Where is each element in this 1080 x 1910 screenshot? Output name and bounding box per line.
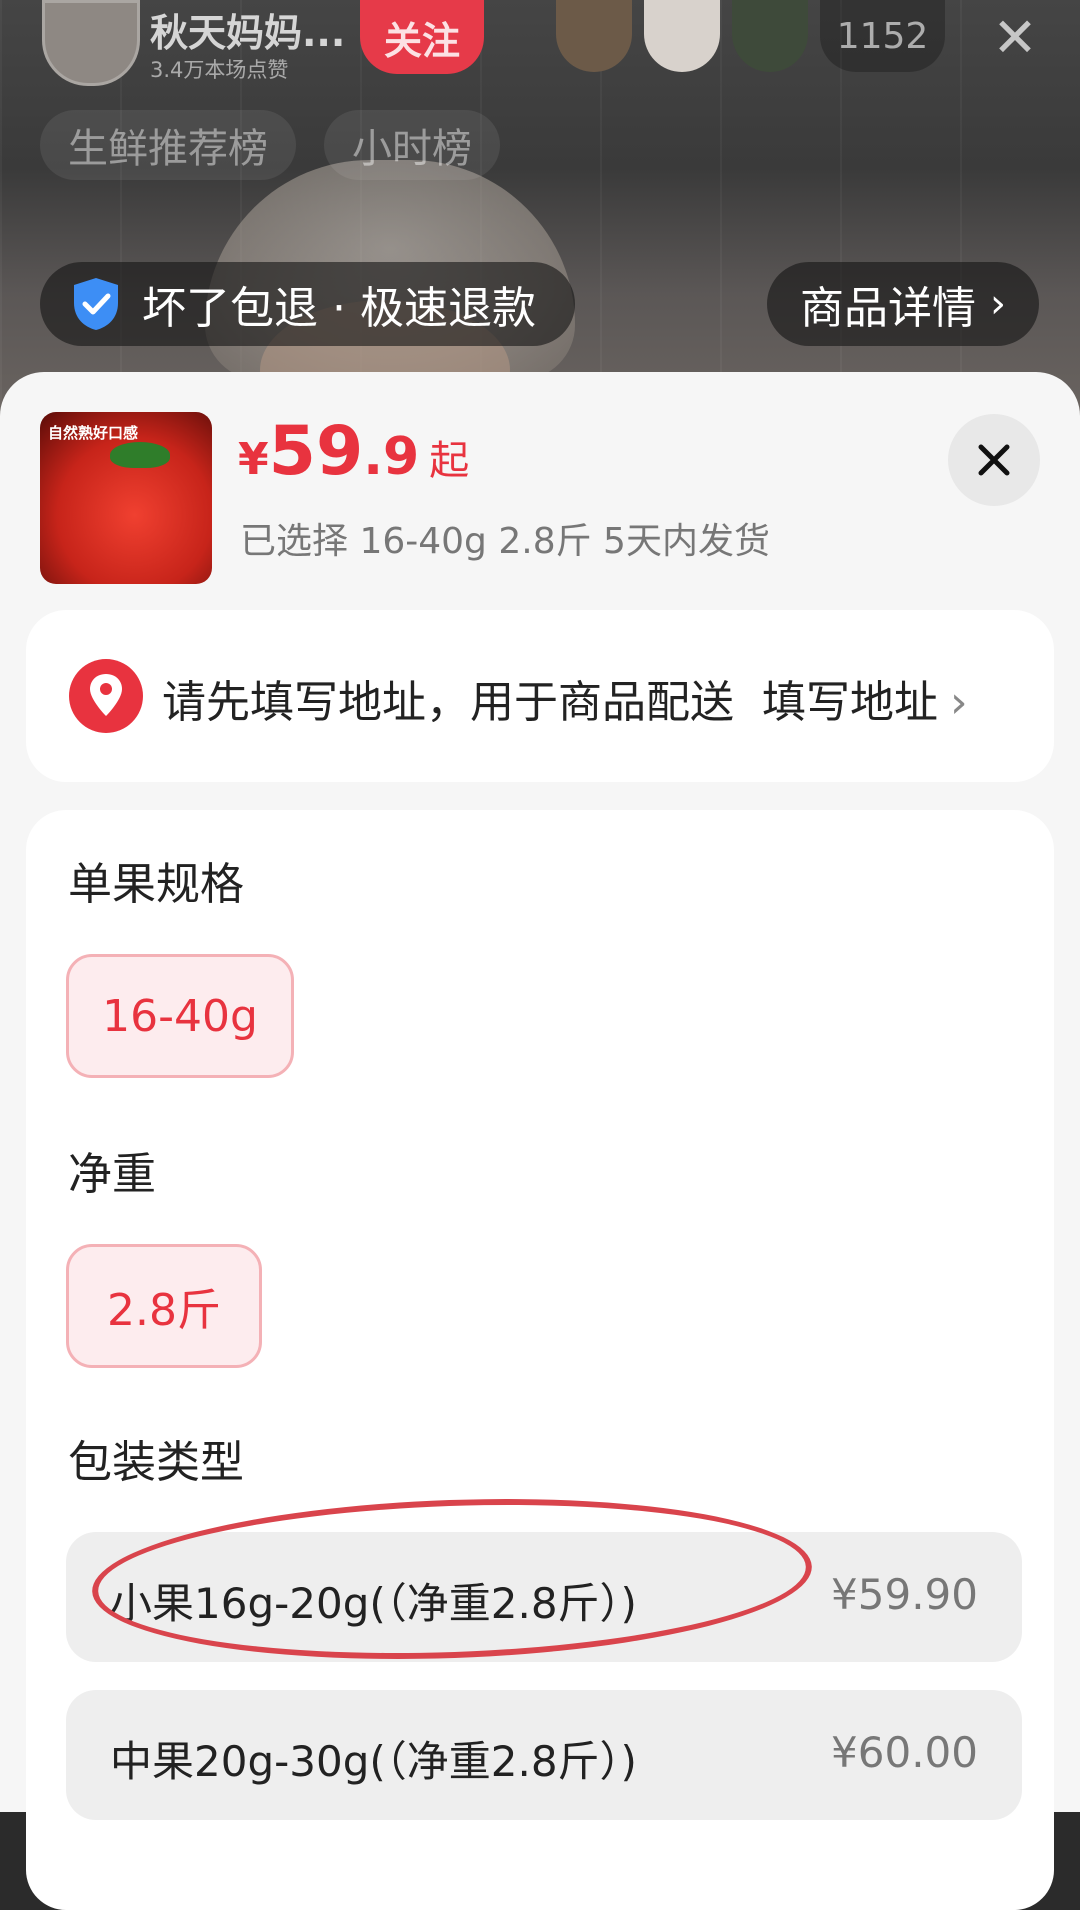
price-integer: 59 <box>268 412 364 491</box>
rank-tab-fresh[interactable]: 生鲜推荐榜 <box>40 110 296 180</box>
viewer-count[interactable]: 1152 <box>820 0 945 72</box>
thumbnail-caption: 自然熟好口感 <box>48 424 139 442</box>
shield-check-icon <box>74 278 118 330</box>
viewer-avatar[interactable] <box>556 0 632 72</box>
viewer-avatar[interactable] <box>644 0 720 72</box>
chevron-right-icon: › <box>990 281 1006 327</box>
spec-option-selected[interactable]: 16-40g <box>66 954 294 1078</box>
product-thumbnail[interactable]: 自然熟好口感 <box>40 412 212 584</box>
price-currency: ¥ <box>238 434 269 485</box>
price-suffix: 起 <box>429 438 470 484</box>
host-likes: 3.4万本场点赞 <box>150 58 289 82</box>
chevron-right-icon: › <box>950 677 968 728</box>
rank-tab-hourly[interactable]: 小时榜 <box>324 110 500 180</box>
strawberry-leaf <box>110 442 170 468</box>
product-detail-button[interactable]: 商品详情 › <box>767 262 1039 346</box>
guarantee-badge[interactable]: 坏了包退 · 极速退款 <box>40 262 575 346</box>
price-decimal: .9 <box>363 427 420 487</box>
package-price: ¥59.90 <box>831 1570 978 1619</box>
selected-summary: 已选择 16-40g 2.8斤 5天内发货 <box>240 521 770 562</box>
close-button[interactable] <box>948 414 1040 506</box>
follow-button[interactable]: 关注 <box>360 0 484 74</box>
address-prompt: 请先填写地址，用于商品配送 <box>162 677 734 728</box>
package-price: ¥60.00 <box>831 1728 978 1777</box>
spec-group-title: 单果规格 <box>68 859 244 910</box>
spec-option-selected[interactable]: 2.8斤 <box>66 1244 262 1368</box>
host-name[interactable]: 秋天妈妈... <box>150 2 345 57</box>
close-icon <box>978 444 1010 476</box>
spec-card: 单果规格 16-40g 净重 2.8斤 包装类型 小果16g-20g(（净重2.… <box>26 810 1054 1910</box>
viewer-avatar[interactable] <box>732 0 808 72</box>
close-icon[interactable]: ✕ <box>985 8 1045 68</box>
host-avatar[interactable] <box>42 0 140 86</box>
address-card[interactable]: 请先填写地址，用于商品配送 填写地址 › <box>26 610 1054 782</box>
package-option[interactable]: 中果20g-30g(（净重2.8斤）) ¥60.00 <box>66 1690 1022 1820</box>
spec-group-title: 净重 <box>68 1149 156 1200</box>
guarantee-text: 坏了包退 · 极速退款 <box>142 283 536 334</box>
fill-address-label: 填写地址 <box>762 677 938 728</box>
fill-address-button[interactable]: 填写地址 › <box>762 666 968 730</box>
package-name: 中果20g-30g(（净重2.8斤）) <box>110 1737 637 1786</box>
product-price: ¥59.9 起 <box>238 412 469 491</box>
product-detail-label: 商品详情 <box>800 283 976 334</box>
location-pin-icon <box>69 659 143 733</box>
spec-group-title: 包装类型 <box>68 1437 244 1488</box>
live-stream-background: 秋天妈妈... 3.4万本场点赞 关注 1152 ✕ 生鲜推荐榜 小时榜 坏了包… <box>0 0 1080 440</box>
